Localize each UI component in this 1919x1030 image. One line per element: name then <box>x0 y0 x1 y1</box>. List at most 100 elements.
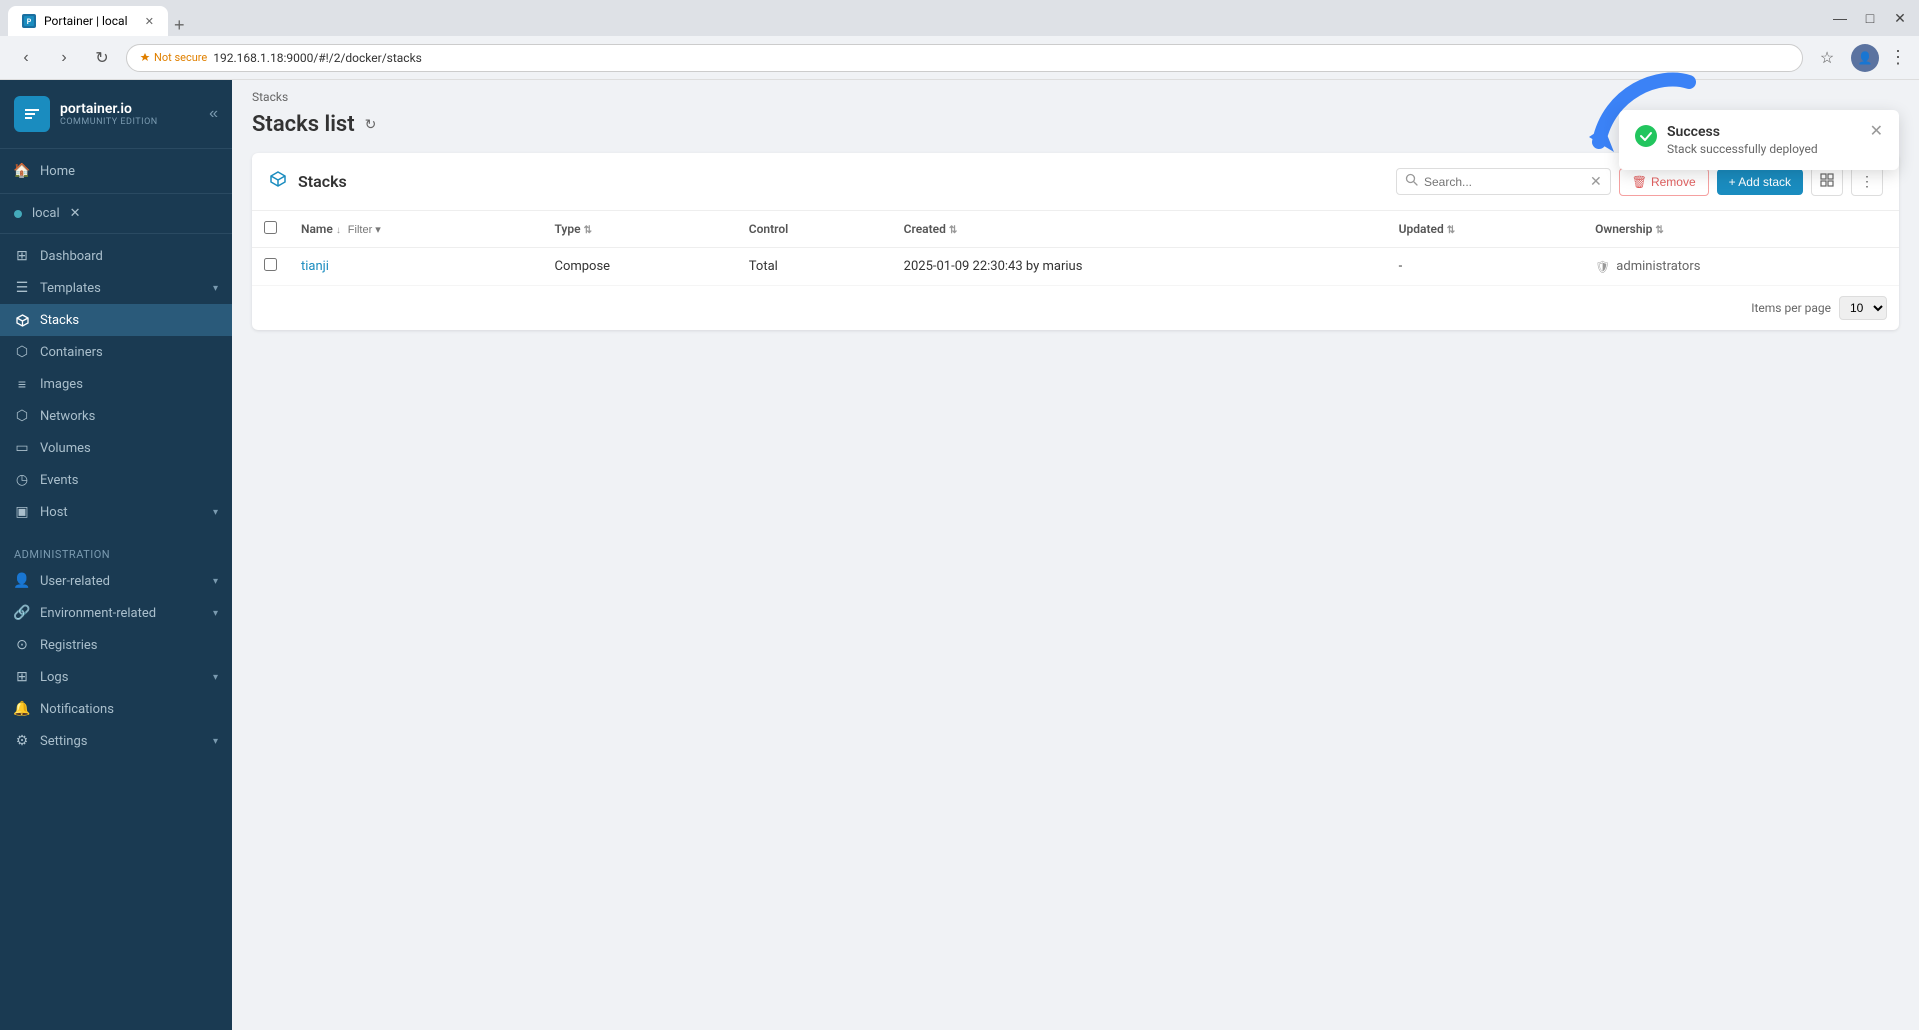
created-sort-icon[interactable]: ⇅ <box>949 225 957 236</box>
not-secure-indicator: Not secure <box>139 51 207 64</box>
sidebar-item-local[interactable]: local ✕ <box>0 198 232 229</box>
success-toast: Success Stack successfully deployed ✕ <box>1619 110 1899 170</box>
sidebar-item-home[interactable]: 🏠 Home <box>0 155 232 187</box>
containers-icon: ⬡ <box>14 344 30 360</box>
sidebar-notifications-label: Notifications <box>40 702 218 717</box>
header-created: Created ⇅ <box>892 211 1387 248</box>
name-header-label: Name <box>301 222 333 236</box>
profile-button[interactable]: 👤 <box>1851 44 1879 72</box>
sidebar-logo: portainer.io COMMUNITY EDITION « <box>0 80 232 149</box>
add-stack-button[interactable]: + Add stack <box>1717 169 1803 195</box>
row-checkbox[interactable] <box>264 258 277 271</box>
more-options-button[interactable]: ⋮ <box>1889 47 1907 68</box>
portainer-logo-icon <box>14 96 50 132</box>
refresh-button[interactable]: ↻ <box>365 116 377 133</box>
search-box[interactable]: ✕ <box>1396 168 1611 195</box>
toast-container: Success Stack successfully deployed ✕ <box>1619 110 1899 170</box>
sidebar-item-host[interactable]: ▣ Host ▾ <box>0 496 232 528</box>
updated-sort-icon[interactable]: ⇅ <box>1447 225 1455 236</box>
sidebar-item-volumes[interactable]: ▭ Volumes <box>0 432 232 464</box>
sidebar-host-label: Host <box>40 505 203 520</box>
reload-button[interactable]: ↻ <box>88 44 116 72</box>
sidebar-item-notifications[interactable]: 🔔 Notifications <box>0 693 232 725</box>
forward-button[interactable]: › <box>50 44 78 72</box>
minimize-button[interactable]: — <box>1829 7 1851 29</box>
sidebar-templates-label: Templates <box>40 281 203 296</box>
name-filter-button[interactable]: Filter ▾ <box>348 223 381 236</box>
card-stacks-icon <box>268 169 288 194</box>
sidebar-item-settings[interactable]: ⚙ Settings ▾ <box>0 725 232 757</box>
maximize-button[interactable]: □ <box>1859 7 1881 29</box>
sidebar-item-templates[interactable]: ☰ Templates ▾ <box>0 272 232 304</box>
control-header-label: Control <box>749 222 788 236</box>
stack-name-link[interactable]: tianji <box>301 259 329 274</box>
env-related-chevron-icon: ▾ <box>213 608 218 619</box>
tab-close-btn[interactable]: ✕ <box>145 15 154 28</box>
user-related-chevron-icon: ▾ <box>213 576 218 587</box>
sidebar-home-label: Home <box>40 164 218 179</box>
user-related-icon: 👤 <box>14 573 30 589</box>
table-row: tianji Compose Total 2025-01-09 22:30:43… <box>252 248 1899 286</box>
sidebar: portainer.io COMMUNITY EDITION « 🏠 Home … <box>0 80 232 1030</box>
ownership-sort-icon[interactable]: ⇅ <box>1655 225 1663 236</box>
row-ownership-cell: 🛡 administrators <box>1583 248 1899 286</box>
sidebar-item-dashboard[interactable]: ⊞ Dashboard <box>0 240 232 272</box>
select-all-checkbox[interactable] <box>264 221 277 234</box>
sidebar-item-networks[interactable]: ⬡ Networks <box>0 400 232 432</box>
sidebar-item-logs[interactable]: ⊞ Logs ▾ <box>0 661 232 693</box>
bookmark-button[interactable]: ☆ <box>1813 44 1841 72</box>
logs-icon: ⊞ <box>14 669 30 685</box>
sidebar-item-events[interactable]: ◷ Events <box>0 464 232 496</box>
header-ownership: Ownership ⇅ <box>1583 211 1899 248</box>
close-button[interactable]: ✕ <box>1889 7 1911 29</box>
sidebar-networks-label: Networks <box>40 409 218 424</box>
table-body: tianji Compose Total 2025-01-09 22:30:43… <box>252 248 1899 286</box>
page-title: Stacks list <box>252 112 355 137</box>
trash-icon: 🗑 <box>1632 175 1647 189</box>
view-toggle-button[interactable] <box>1811 167 1843 196</box>
sidebar-item-stacks[interactable]: Stacks <box>0 304 232 336</box>
events-icon: ◷ <box>14 472 30 488</box>
items-per-page-select[interactable]: 10 25 50 <box>1839 296 1887 320</box>
items-per-page-label: Items per page <box>1751 301 1831 315</box>
app-layout: portainer.io COMMUNITY EDITION « 🏠 Home … <box>0 80 1919 1030</box>
sidebar-item-images[interactable]: ≡ Images <box>0 368 232 400</box>
header-type: Type ⇅ <box>542 211 736 248</box>
admin-section-label: Administration <box>0 540 232 565</box>
sidebar-item-user-related[interactable]: 👤 User-related ▾ <box>0 565 232 597</box>
logs-chevron-icon: ▾ <box>213 672 218 683</box>
active-tab[interactable]: P Portainer | local ✕ <box>8 6 168 36</box>
name-sort-icon[interactable]: ↓ <box>336 225 341 236</box>
updated-header-label: Updated <box>1399 222 1444 236</box>
sidebar-collapse-button[interactable]: « <box>209 105 218 123</box>
toast-message: Stack successfully deployed <box>1667 142 1860 156</box>
stacks-card: Stacks ✕ 🗑 Remove + Add stack <box>252 153 1899 330</box>
logo-name: portainer.io <box>60 101 158 118</box>
address-input-container[interactable]: Not secure 192.168.1.18:9000/#!/2/docker… <box>126 44 1803 72</box>
shield-icon: 🛡 <box>1595 260 1610 274</box>
row-type-cell: Compose <box>542 248 736 286</box>
new-tab-button[interactable]: + <box>170 15 189 36</box>
ownership-content: 🛡 administrators <box>1595 259 1887 274</box>
sidebar-events-label: Events <box>40 473 218 488</box>
search-input[interactable] <box>1424 175 1584 189</box>
sidebar-dashboard-label: Dashboard <box>40 249 218 264</box>
home-icon: 🏠 <box>14 163 30 179</box>
sidebar-item-containers[interactable]: ⬡ Containers <box>0 336 232 368</box>
type-sort-icon[interactable]: ⇅ <box>584 225 592 236</box>
remove-label: Remove <box>1651 175 1696 189</box>
back-button[interactable]: ‹ <box>12 44 40 72</box>
logo-text-area: portainer.io COMMUNITY EDITION <box>60 101 158 128</box>
sidebar-item-registries[interactable]: ⊙ Registries <box>0 629 232 661</box>
toast-close-button[interactable]: ✕ <box>1870 124 1883 140</box>
env-section: local ✕ <box>0 193 232 234</box>
search-clear-button[interactable]: ✕ <box>1590 173 1602 190</box>
ownership-header-label: Ownership <box>1595 222 1652 236</box>
env-close-badge[interactable]: ✕ <box>70 206 81 221</box>
remove-button[interactable]: 🗑 Remove <box>1619 168 1709 196</box>
registries-icon: ⊙ <box>14 637 30 653</box>
sidebar-item-env-related[interactable]: 🔗 Environment-related ▾ <box>0 597 232 629</box>
header-name: Name ↓ Filter ▾ <box>289 211 542 248</box>
more-options-btn[interactable]: ⋮ <box>1851 167 1883 196</box>
created-header-label: Created <box>904 222 946 236</box>
